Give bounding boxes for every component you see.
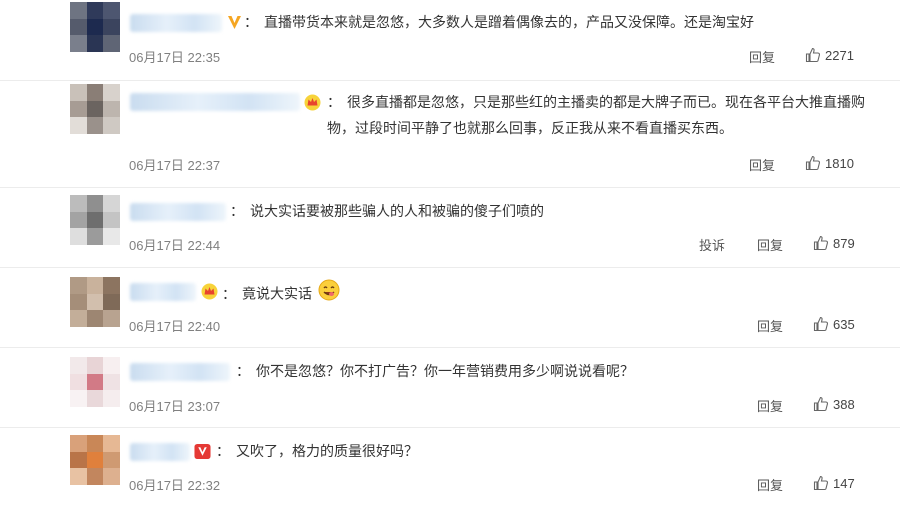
avatar[interactable] bbox=[70, 84, 120, 134]
vip-v-icon bbox=[194, 443, 211, 460]
username[interactable] bbox=[130, 203, 226, 221]
like-button[interactable]: 879 bbox=[813, 235, 855, 251]
avatar[interactable] bbox=[70, 357, 120, 407]
username[interactable] bbox=[130, 443, 190, 461]
timestamp: 06月17日 22:44 bbox=[129, 238, 221, 253]
username[interactable] bbox=[130, 93, 300, 111]
reply-button[interactable]: 回复 bbox=[757, 396, 783, 415]
like-button[interactable]: 2271 bbox=[805, 47, 854, 63]
comment-item: ：说大实话要被那些骗人的人和被骗的傻子们喷的 06月17日 22:44 投诉 回… bbox=[0, 187, 900, 268]
username[interactable] bbox=[130, 14, 222, 32]
timestamp: 06月17日 22:32 bbox=[129, 478, 221, 493]
avatar[interactable] bbox=[70, 435, 120, 485]
comment-text: ：说大实话要被那些骗人的人和被骗的傻子们喷的 bbox=[230, 204, 544, 220]
comment-text: ：很多直播都是忽悠，只是那些红的主播卖的都是大牌子而已。现在各平台大推直播购物，… bbox=[327, 95, 865, 137]
reply-button[interactable]: 回复 bbox=[749, 155, 775, 174]
reply-button[interactable]: 回复 bbox=[757, 475, 783, 494]
avatar[interactable] bbox=[70, 195, 120, 245]
thumbs-up-icon bbox=[813, 316, 829, 332]
timestamp: 06月17日 23:07 bbox=[129, 399, 221, 414]
comment-text: ：直播带货本来就是忽悠，大多数人是蹭着偶像去的，产品又没保障。还是淘宝好 bbox=[244, 15, 754, 31]
thumbs-up-icon bbox=[813, 475, 829, 491]
yum-face-emoji bbox=[318, 279, 340, 310]
comment-text: ：又吹了，格力的质量很好吗？ bbox=[216, 444, 418, 460]
reply-button[interactable]: 回复 bbox=[749, 47, 775, 66]
like-button[interactable]: 1810 bbox=[805, 155, 854, 171]
like-count: 147 bbox=[833, 475, 855, 491]
like-count: 1810 bbox=[825, 155, 854, 171]
username[interactable] bbox=[130, 283, 196, 301]
thumbs-up-icon bbox=[813, 235, 829, 251]
like-count: 879 bbox=[833, 235, 855, 251]
comment-item: ：你不是忽悠？你不打广告？你一年营销费用多少啊说说看呢？ 06月17日 23:0… bbox=[0, 347, 900, 428]
comment-item: ：竟说大实话 06月17日 22:40 回复 635 bbox=[0, 267, 900, 348]
avatar[interactable] bbox=[70, 2, 120, 52]
verified-v-icon bbox=[226, 14, 243, 31]
crown-icon bbox=[304, 94, 321, 111]
reply-button[interactable]: 回复 bbox=[757, 235, 783, 254]
thumbs-up-icon bbox=[813, 396, 829, 412]
like-count: 388 bbox=[833, 396, 855, 412]
like-count: 2271 bbox=[825, 47, 854, 63]
reply-button[interactable]: 回复 bbox=[757, 316, 783, 335]
like-button[interactable]: 635 bbox=[813, 316, 855, 332]
comment-text: ：你不是忽悠？你不打广告？你一年营销费用多少啊说说看呢？ bbox=[236, 364, 634, 380]
comment-text: ：竟说大实话 bbox=[222, 279, 872, 310]
like-button[interactable]: 147 bbox=[813, 475, 855, 491]
comment-item: ：又吹了，格力的质量很好吗？ 06月17日 22:32 回复 147 bbox=[0, 427, 900, 510]
report-button[interactable]: 投诉 bbox=[699, 235, 725, 254]
thumbs-up-icon bbox=[805, 47, 821, 63]
username[interactable] bbox=[130, 363, 230, 381]
comment-item: ：直播带货本来就是忽悠，大多数人是蹭着偶像去的，产品又没保障。还是淘宝好 06月… bbox=[0, 0, 900, 81]
timestamp: 06月17日 22:35 bbox=[129, 50, 221, 65]
thumbs-up-icon bbox=[805, 155, 821, 171]
timestamp: 06月17日 22:37 bbox=[129, 158, 221, 173]
comment-item: ：很多直播都是忽悠，只是那些红的主播卖的都是大牌子而已。现在各平台大推直播购物，… bbox=[0, 80, 900, 188]
avatar[interactable] bbox=[70, 277, 120, 327]
like-count: 635 bbox=[833, 316, 855, 332]
like-button[interactable]: 388 bbox=[813, 396, 855, 412]
timestamp: 06月17日 22:40 bbox=[129, 319, 221, 334]
crown-icon bbox=[201, 283, 218, 300]
